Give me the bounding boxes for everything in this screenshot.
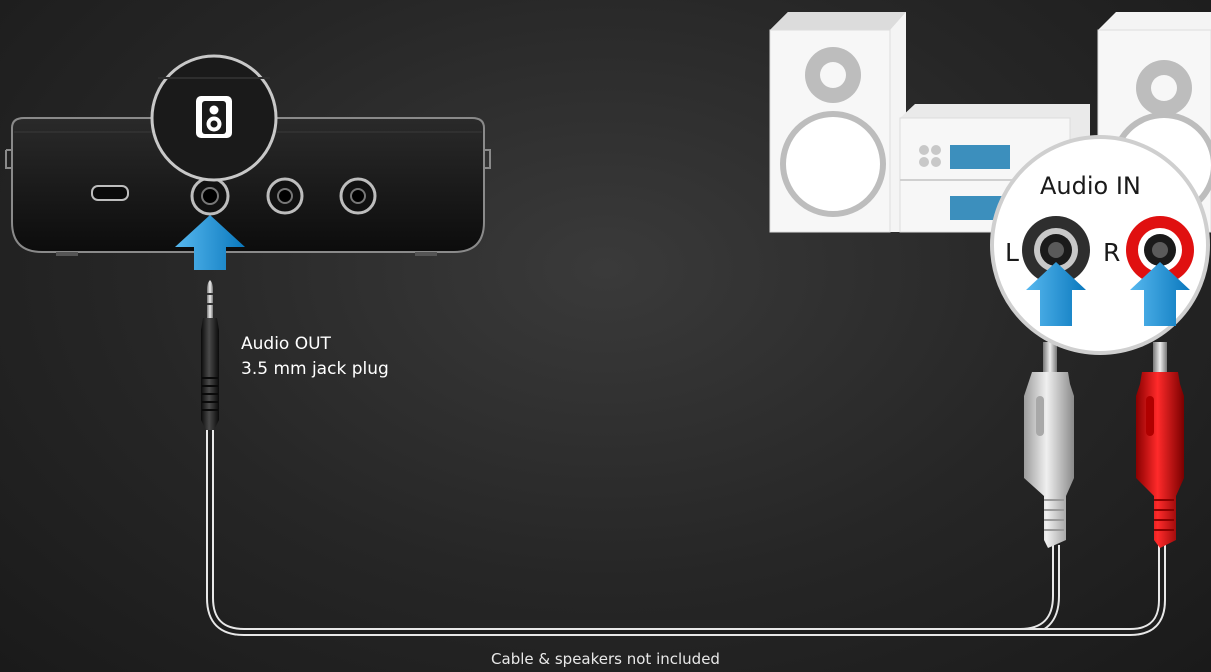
audio-in-zoom (990, 135, 1210, 355)
rca-plug-red (1136, 342, 1184, 548)
audio-cable (206, 430, 1166, 636)
jack-plug-spec: 3.5 mm jack plug (241, 359, 389, 379)
audio-out-title: Audio OUT (241, 334, 331, 354)
speaker-symbol-zoom (150, 54, 278, 182)
audio-out-label: Audio OUT 3.5 mm jack plug (241, 332, 389, 382)
usb-port (91, 185, 129, 201)
connection-diagram (5, 12, 1211, 636)
rca-plug-white (1024, 342, 1074, 548)
left-speaker (769, 12, 906, 233)
audio-out-port (190, 176, 230, 216)
speaker-icon (196, 96, 232, 138)
jack-port-2 (266, 177, 304, 215)
right-channel-label: R (1103, 238, 1121, 267)
jack-port-3 (339, 177, 377, 215)
jack-plug (201, 280, 219, 430)
audio-in-title: Audio IN (1040, 172, 1141, 200)
footnote: Cable & speakers not included (491, 650, 720, 668)
left-channel-label: L (1005, 238, 1019, 267)
